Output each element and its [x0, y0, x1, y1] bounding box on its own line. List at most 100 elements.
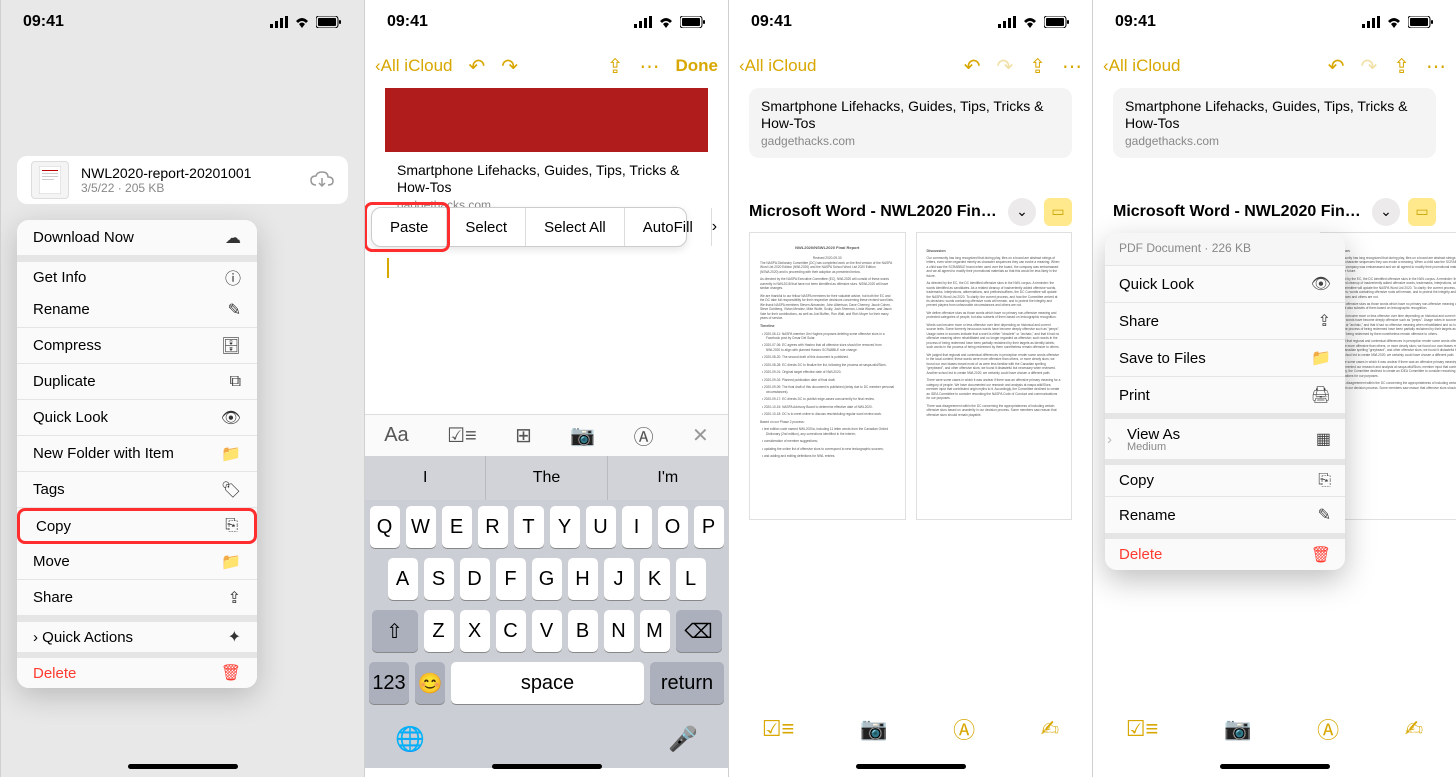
attachment-chevron[interactable]: ⌄ — [1372, 198, 1400, 226]
share-icon[interactable]: ⇪ — [1029, 54, 1046, 79]
numbers-key[interactable]: 123 — [369, 662, 409, 704]
presentation-icon[interactable]: ▭ — [1044, 198, 1072, 226]
back-button[interactable]: ‹ All iCloud — [739, 56, 816, 76]
paste-button[interactable]: Paste — [372, 208, 447, 246]
attachment-chevron[interactable]: ⌄ — [1008, 198, 1036, 226]
menu-download-now[interactable]: Download Now☁︎ — [17, 220, 257, 256]
key-g[interactable]: G — [532, 558, 562, 600]
share-icon[interactable]: ⇪ — [1393, 54, 1410, 79]
menu-move[interactable]: Move📁 — [17, 544, 257, 580]
home-indicator[interactable] — [856, 764, 966, 769]
link-preview-card[interactable]: Smartphone Lifehacks, Guides, Tips, Tric… — [1113, 88, 1436, 158]
home-indicator[interactable] — [128, 764, 238, 769]
key-s[interactable]: S — [424, 558, 454, 600]
menu-quick-look[interactable]: Quick Look👁 — [17, 400, 257, 436]
more-icon[interactable]: ⋯ — [640, 54, 660, 79]
key-i[interactable]: I — [622, 506, 652, 548]
done-button[interactable]: Done — [676, 56, 719, 76]
menu-rename[interactable]: Rename✎ — [17, 292, 257, 328]
markup-icon[interactable]: Ⓐ — [1317, 713, 1339, 745]
key-k[interactable]: K — [640, 558, 670, 600]
key-p[interactable]: P — [694, 506, 724, 548]
action-quick-look[interactable]: Quick Look👁 — [1105, 265, 1345, 302]
autofill-button[interactable]: AutoFill — [625, 208, 712, 246]
markup-icon[interactable]: Ⓐ — [953, 713, 975, 745]
key-x[interactable]: X — [460, 610, 490, 652]
redo-icon[interactable]: ↷ — [501, 54, 518, 79]
key-u[interactable]: U — [586, 506, 616, 548]
menu-get-info[interactable]: Get Infoⓘ — [17, 256, 257, 292]
menu-copy[interactable]: Copy⎘ — [17, 508, 257, 544]
file-preview-card[interactable]: NWL2020-report-20201001 3/5/22 · 205 KB — [17, 156, 348, 204]
action-print[interactable]: Print🖨 — [1105, 376, 1345, 413]
key-h[interactable]: H — [568, 558, 598, 600]
menu-duplicate[interactable]: Duplicate⧉ — [17, 364, 257, 400]
menu-share[interactable]: Share⇪ — [17, 580, 257, 616]
select-button[interactable]: Select — [447, 208, 526, 246]
key-m[interactable]: M — [640, 610, 670, 652]
undo-icon[interactable]: ↶ — [964, 54, 981, 79]
more-icon[interactable]: ⋯ — [1426, 54, 1446, 79]
action-share[interactable]: Share⇪ — [1105, 302, 1345, 339]
key-y[interactable]: Y — [550, 506, 580, 548]
shift-key[interactable]: ⇧ — [372, 610, 418, 652]
suggest-1[interactable]: I — [365, 456, 486, 500]
key-b[interactable]: B — [568, 610, 598, 652]
share-icon[interactable]: ⇪ — [607, 54, 624, 79]
camera-icon[interactable]: 📷 — [860, 716, 887, 742]
menu-delete[interactable]: Delete🗑 — [17, 652, 257, 688]
link-preview-image[interactable] — [385, 88, 708, 152]
action-delete[interactable]: Delete🗑 — [1105, 533, 1345, 570]
key-t[interactable]: T — [514, 506, 544, 548]
action-copy[interactable]: Copy⎘ — [1105, 459, 1345, 496]
action-save-to-files[interactable]: Save to Files📁 — [1105, 339, 1345, 376]
markup-icon[interactable]: Ⓐ — [634, 421, 654, 450]
key-r[interactable]: R — [478, 506, 508, 548]
camera-icon[interactable]: 📷 — [570, 423, 595, 448]
key-v[interactable]: V — [532, 610, 562, 652]
checklist-icon[interactable]: ☑︎≡ — [762, 716, 795, 742]
key-n[interactable]: N — [604, 610, 634, 652]
table-icon[interactable]: ⊞ — [515, 423, 532, 448]
mic-icon[interactable]: 🎤 — [668, 725, 698, 754]
home-indicator[interactable] — [492, 764, 602, 769]
action-view-as[interactable]: › View AsMedium ▦ — [1105, 413, 1345, 459]
popover-more-icon[interactable]: › — [712, 218, 717, 236]
emoji-key[interactable]: 😊 — [415, 662, 445, 704]
menu-compress[interactable]: Compress🗄 — [17, 328, 257, 364]
suggest-3[interactable]: I'm — [608, 456, 728, 500]
close-keyboard-icon[interactable]: ✕ — [692, 423, 709, 448]
checklist-icon[interactable]: ☑︎≡ — [447, 423, 477, 448]
return-key[interactable]: return — [650, 662, 724, 704]
link-preview-card[interactable]: Smartphone Lifehacks, Guides, Tips, Tric… — [749, 88, 1072, 158]
key-w[interactable]: W — [406, 506, 436, 548]
key-q[interactable]: Q — [370, 506, 400, 548]
select-all-button[interactable]: Select All — [526, 208, 625, 246]
undo-icon[interactable]: ↶ — [468, 54, 485, 79]
back-button[interactable]: ‹ All iCloud — [375, 56, 452, 76]
globe-icon[interactable]: 🌐 — [395, 725, 425, 754]
pdf-pages[interactable]: NWL2020/NSWL2020 Final Report Revised 20… — [749, 232, 1072, 520]
menu-tags[interactable]: Tags🏷 — [17, 472, 257, 508]
camera-icon[interactable]: 📷 — [1224, 716, 1251, 742]
space-key[interactable]: space — [451, 662, 644, 704]
backspace-key[interactable]: ⌫ — [676, 610, 722, 652]
menu-new-folder[interactable]: New Folder with Item📁 — [17, 436, 257, 472]
key-d[interactable]: D — [460, 558, 490, 600]
key-z[interactable]: Z — [424, 610, 454, 652]
compose-icon[interactable]: ✍︎ — [1405, 716, 1423, 742]
key-a[interactable]: A — [388, 558, 418, 600]
cloud-download-icon[interactable] — [310, 171, 334, 189]
checklist-icon[interactable]: ☑︎≡ — [1126, 716, 1159, 742]
action-rename[interactable]: Rename✎ — [1105, 496, 1345, 533]
menu-quick-actions[interactable]: › Quick Actions✦ — [17, 616, 257, 652]
suggest-2[interactable]: The — [486, 456, 607, 500]
key-j[interactable]: J — [604, 558, 634, 600]
presentation-icon[interactable]: ▭ — [1408, 198, 1436, 226]
undo-icon[interactable]: ↶ — [1328, 54, 1345, 79]
more-icon[interactable]: ⋯ — [1062, 54, 1082, 79]
key-e[interactable]: E — [442, 506, 472, 548]
link-preview[interactable]: Smartphone Lifehacks, Guides, Tips, Tric… — [385, 152, 708, 208]
key-f[interactable]: F — [496, 558, 526, 600]
key-c[interactable]: C — [496, 610, 526, 652]
